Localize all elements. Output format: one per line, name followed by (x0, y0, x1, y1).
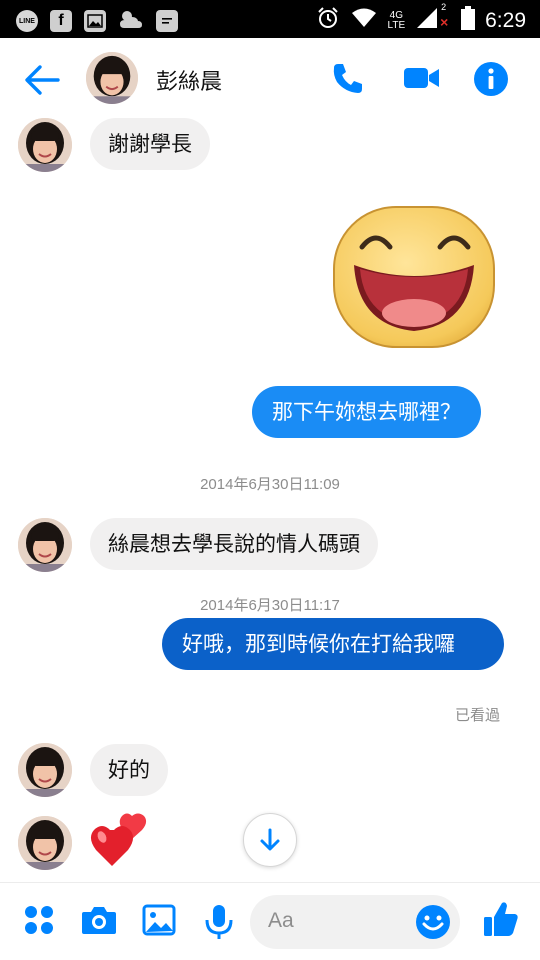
battery-icon (461, 6, 476, 36)
voice-clip-button[interactable] (202, 903, 240, 941)
image-icon (84, 10, 106, 32)
contact-avatar[interactable] (86, 52, 138, 104)
network-type: 4G LTE (388, 11, 406, 31)
laughing-face-sticker[interactable] (332, 205, 496, 351)
apps-icon (25, 906, 53, 934)
more-apps-button[interactable] (22, 903, 60, 941)
sender-avatar[interactable] (18, 816, 72, 870)
arrow-down-icon (260, 828, 280, 851)
scroll-to-bottom-button[interactable] (243, 813, 297, 867)
message-input[interactable]: Aa (250, 895, 460, 949)
back-arrow-icon (25, 65, 60, 95)
thumbs-up-icon (484, 902, 518, 936)
incoming-message[interactable]: 謝謝學長 (90, 118, 210, 170)
camera-button[interactable] (80, 903, 118, 941)
outgoing-message-selected[interactable]: 好哦，那到時候你在打給我囉 (162, 618, 504, 670)
facebook-icon: f (50, 10, 72, 32)
line-icon: LINE (16, 10, 38, 32)
message-timestamp: 2014年6月30日11:17 (200, 597, 340, 614)
sender-avatar[interactable] (18, 118, 72, 172)
gallery-button[interactable] (142, 903, 180, 941)
sender-avatar[interactable] (18, 743, 72, 797)
gallery-icon (142, 904, 176, 936)
video-icon (404, 68, 439, 88)
info-icon (474, 62, 508, 96)
back-button[interactable] (22, 60, 62, 100)
network-bottom: LTE (387, 20, 406, 31)
message-input-placeholder: Aa (268, 909, 294, 932)
line-icon-label: LINE (19, 17, 35, 25)
composer-bar: Aa (0, 882, 540, 960)
no-signal-x-icon: × (440, 14, 449, 30)
emoji-icon (416, 905, 450, 939)
seen-receipt: 已看過 (454, 706, 500, 724)
sim-slot-label: 2 (441, 2, 447, 12)
outgoing-message[interactable]: 那下午妳想去哪裡？ (252, 386, 481, 438)
sender-avatar[interactable] (18, 518, 72, 572)
camera-icon (82, 907, 116, 934)
weather-icon (118, 8, 144, 34)
chat-icon (156, 10, 178, 32)
incoming-message[interactable]: 好的 (90, 744, 168, 796)
clock: 6:29 (485, 9, 526, 32)
call-button[interactable] (330, 60, 370, 100)
phone-icon (333, 64, 362, 93)
conversation-info-button[interactable] (472, 60, 512, 100)
like-button[interactable] (482, 899, 520, 937)
incoming-message[interactable]: 絲晨想去學長說的情人碼頭 (90, 518, 378, 570)
message-timestamp: 2014年6月30日11:09 (200, 476, 340, 493)
signal-icon: 2 × (415, 2, 448, 36)
emoji-button[interactable] (414, 903, 452, 941)
wifi-icon (350, 7, 378, 35)
video-call-button[interactable] (402, 60, 442, 100)
status-bar: LINE f 4G LTE 2 × 6:29 (0, 0, 540, 38)
contact-name[interactable]: 彭絲晨 (156, 64, 222, 96)
hearts-sticker[interactable] (90, 812, 150, 870)
alarm-icon (316, 6, 340, 36)
conversation-header: 彭絲晨 (0, 38, 540, 120)
microphone-icon (205, 905, 233, 939)
